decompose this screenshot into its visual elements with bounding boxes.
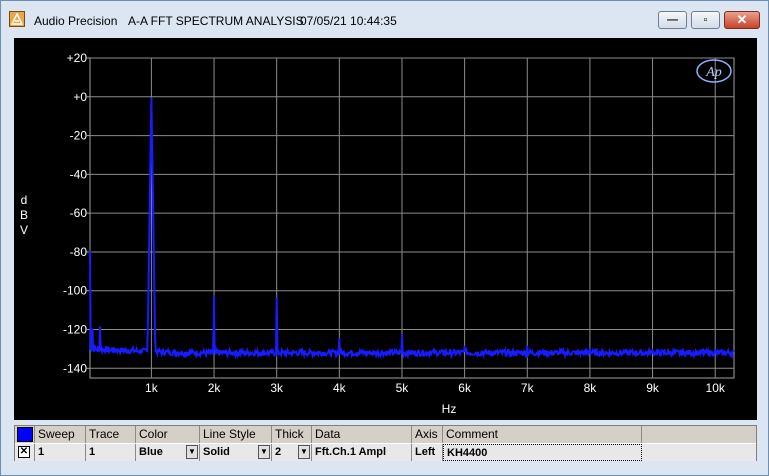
y-tick-label: -80 (70, 245, 88, 259)
y-axis-label: d (21, 193, 28, 207)
ap-logo-icon: Ap (696, 59, 732, 83)
y-tick-label: -20 (70, 129, 88, 143)
spectrum-peak-point (526, 345, 529, 349)
spectrum-peak-point (714, 349, 717, 353)
spectrum-trace (89, 98, 735, 360)
legend-line-style-value: Solid (203, 446, 230, 458)
spectrum-peak-point (338, 338, 341, 341)
x-tick-label: 9k (646, 381, 660, 395)
maximize-icon: ▫ (703, 14, 708, 26)
spectrum-peak-point (98, 326, 102, 329)
legend-header-sweep: Sweep (35, 426, 86, 443)
legend-row[interactable]: ✕ 1 1 Blue ▼ Solid ▼ 2 ▼ Fft.Ch.1 Ampl Left… (15, 444, 756, 461)
y-tick-label: -120 (63, 323, 87, 337)
color-swatch-icon (17, 427, 33, 442)
spectrum-peak-point (150, 97, 153, 100)
x-tick-label: 5k (396, 381, 410, 395)
spectrum-peak-point (88, 250, 92, 254)
legend-header-color: Color (136, 426, 200, 443)
legend-axis-value[interactable]: Left (412, 444, 443, 461)
legend-comment-value[interactable]: KH4400 (443, 444, 642, 461)
legend-header-axis: Axis (412, 426, 443, 443)
chevron-down-icon[interactable]: ▼ (258, 445, 270, 459)
x-tick-label: 7k (521, 381, 535, 395)
legend-swatch-header (15, 426, 35, 443)
trace-legend-table[interactable]: Sweep Trace Color Line Style Thick Data … (14, 425, 757, 461)
legend-color-select[interactable]: Blue ▼ (136, 444, 200, 461)
document-title: A-A FFT SPECTRUM ANALYSIS (128, 14, 304, 28)
y-tick-label: -40 (70, 167, 88, 181)
legend-color-value: Blue (139, 446, 163, 458)
spectrum-peak-point (588, 347, 592, 351)
spectrum-peak-point (651, 349, 654, 353)
close-button[interactable]: ✕ (724, 11, 760, 29)
minimize-icon: — (667, 14, 678, 26)
legend-header-data: Data (312, 426, 412, 443)
x-tick-label: 2k (208, 381, 222, 395)
y-axis-label: B (20, 208, 28, 222)
x-tick-label: 8k (584, 381, 598, 395)
legend-enable-cell[interactable]: ✕ (15, 444, 35, 461)
spectrum-peak-point (463, 345, 466, 349)
app-window: Audio Precision A-A FFT SPECTRUM ANALYSI… (0, 0, 769, 476)
y-tick-label: -100 (63, 284, 87, 298)
app-name: Audio Precision (34, 14, 118, 28)
ap-logo-text: Ap (705, 65, 722, 80)
legend-data-value[interactable]: Fft.Ch.1 Ampl (312, 444, 412, 461)
legend-header-line-style: Line Style (200, 426, 272, 443)
legend-trace-value[interactable]: 1 (86, 444, 136, 461)
x-tick-label: 10k (706, 381, 726, 395)
chevron-down-icon[interactable]: ▼ (186, 445, 198, 459)
legend-thick-value: 2 (275, 446, 282, 458)
y-tick-label: -140 (63, 361, 87, 375)
app-logo-icon[interactable] (9, 11, 25, 27)
y-tick-label: +20 (67, 51, 88, 65)
x-axis-label: Hz (442, 402, 457, 416)
spectrum-peak-point (400, 334, 404, 337)
close-icon: ✕ (736, 12, 748, 27)
x-tick-label: 6k (458, 381, 472, 395)
title-timestamp: 07/05/21 10:44:35 (300, 14, 397, 28)
fft-spectrum-chart[interactable]: 1k 2k 3k 4k 5k 6k 7k 8k 9k 10k +20 +0 -20 -40 -60 -80 -1… (14, 38, 757, 420)
legend-line-style-select[interactable]: Solid ▼ (200, 444, 272, 461)
x-tick-label: 3k (270, 381, 284, 395)
spectrum-peak-point (275, 297, 278, 300)
graph-panel[interactable]: 1k 2k 3k 4k 5k 6k 7k 8k 9k 10k +20 +0 -20 -40 -60 -80 -1… (14, 38, 757, 420)
y-tick-label: -60 (70, 206, 88, 220)
chevron-down-icon[interactable]: ▼ (298, 445, 310, 459)
x-tick-label: 4k (333, 381, 347, 395)
legend-header-trace: Trace (86, 426, 136, 443)
legend-thick-select[interactable]: 2 ▼ (272, 444, 312, 461)
title-bar[interactable]: Audio Precision A-A FFT SPECTRUM ANALYSI… (1, 1, 768, 37)
legend-header-row: Sweep Trace Color Line Style Thick Data … (15, 426, 756, 443)
legend-sweep-value[interactable]: 1 (35, 444, 86, 461)
y-tick-label: +0 (73, 90, 87, 104)
legend-header-thick: Thick (272, 426, 312, 443)
y-axis-label: V (20, 223, 28, 237)
minimize-button[interactable]: — (658, 11, 687, 29)
legend-header-comment: Comment (443, 426, 642, 443)
trace-enable-checkbox[interactable]: ✕ (18, 446, 30, 458)
spectrum-peak-point (212, 295, 216, 298)
spectrum-peak-point (91, 328, 94, 331)
x-tick-label: 1k (145, 381, 159, 395)
maximize-button[interactable]: ▫ (691, 11, 720, 29)
